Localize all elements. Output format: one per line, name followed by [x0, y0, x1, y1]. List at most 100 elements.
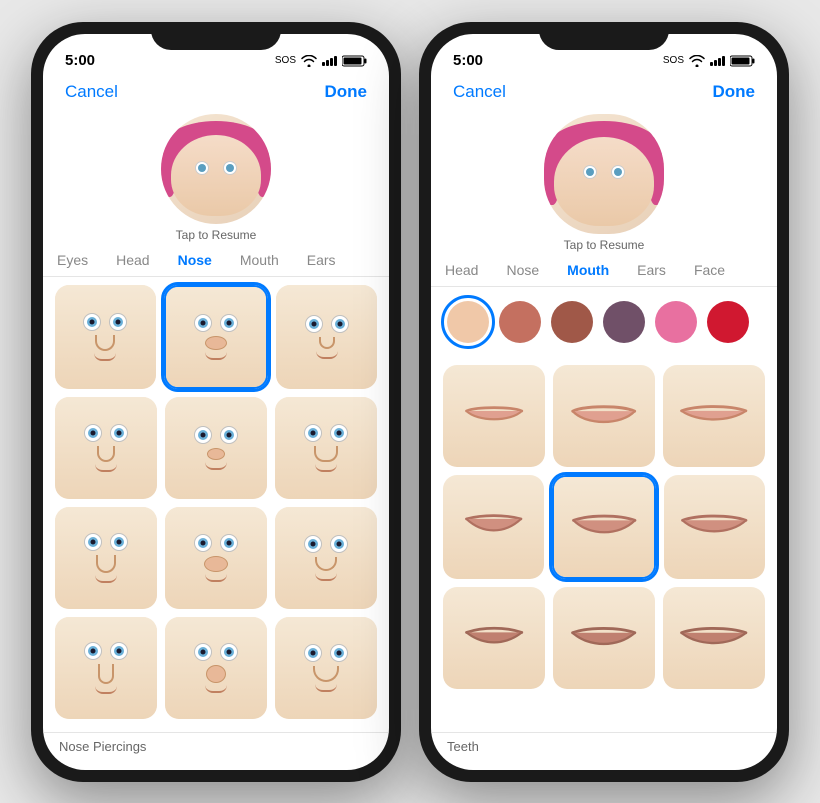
tab-head-1[interactable]: Head	[102, 250, 163, 270]
wifi-icon-2	[689, 55, 705, 67]
mouth-cell-2-0[interactable]	[443, 587, 545, 689]
mouth-svg-1-0	[461, 503, 526, 550]
mouth-cell-2-2[interactable]	[663, 587, 765, 689]
category-tabs-1: Eyes Head Nose Mouth Ears	[43, 242, 389, 277]
face-bg-1	[171, 135, 261, 216]
notch-2	[539, 22, 669, 50]
nav-bar-2: Cancel Done	[431, 78, 777, 110]
color-pink[interactable]	[655, 301, 697, 343]
cancel-button-2[interactable]: Cancel	[453, 82, 506, 102]
mouth-cell-0-0[interactable]	[443, 365, 545, 467]
mouth-cell-1-0[interactable]	[443, 475, 544, 580]
signal-1	[322, 55, 337, 66]
avatar-area-2: Tap to Resume	[431, 110, 777, 252]
status-right-2: SOS	[663, 55, 755, 67]
bottom-label-2[interactable]: Teeth	[431, 732, 777, 770]
notch-1	[151, 22, 281, 50]
tab-eyes-1[interactable]: Eyes	[43, 250, 102, 270]
nose-grid-1	[43, 277, 389, 732]
bottom-label-1[interactable]: Nose Piercings	[43, 732, 389, 770]
face-pupil-left-1	[198, 164, 206, 172]
memoji-2	[554, 121, 654, 226]
nose-cell-1-1[interactable]	[165, 397, 267, 499]
phone-2: 5:00 SOS	[419, 22, 789, 782]
done-button-2[interactable]: Done	[713, 82, 756, 102]
mouth-cell-1-2[interactable]	[664, 475, 765, 580]
color-red[interactable]	[707, 301, 749, 343]
mouth-svg-0-1	[568, 393, 639, 439]
nose-cell-0-0[interactable]	[55, 285, 156, 390]
grid-row-1-1	[55, 285, 377, 390]
sos-2: SOS	[663, 55, 684, 66]
nav-bar-1: Cancel Done	[43, 78, 389, 110]
nose-cell-0-1[interactable]	[164, 285, 269, 390]
face-bg-2	[554, 137, 654, 226]
grid-row-2-3	[443, 587, 765, 689]
status-time-2: 5:00	[453, 52, 483, 69]
nose-cell-2-1[interactable]	[165, 507, 267, 609]
face-pupil-right-2	[614, 168, 622, 176]
tap-resume-1[interactable]: Tap to Resume	[176, 228, 257, 242]
tab-ears-2[interactable]: Ears	[623, 260, 680, 280]
grid-row-1-2	[55, 397, 377, 499]
mouth-svg-1-2	[678, 503, 750, 551]
tab-nose-2[interactable]: Nose	[492, 260, 553, 280]
face-eye-left-2	[583, 165, 597, 179]
mouth-svg-2-1	[568, 614, 639, 663]
face-eyes-1	[195, 161, 237, 175]
tab-face-2[interactable]: Face	[680, 260, 739, 280]
phones-container: 5:00 SOS	[21, 12, 799, 792]
status-right-1: SOS	[275, 55, 367, 67]
tab-ears-1[interactable]: Ears	[293, 250, 350, 270]
avatar-2[interactable]	[544, 114, 664, 234]
cancel-button-1[interactable]: Cancel	[65, 82, 118, 102]
mouth-svg-1-1	[569, 503, 639, 551]
signal-2	[710, 55, 725, 66]
tab-mouth-1[interactable]: Mouth	[226, 250, 293, 270]
mouth-cell-0-1[interactable]	[553, 365, 655, 467]
memoji-1	[171, 121, 261, 216]
face-eye-right-1	[223, 161, 237, 175]
mouth-cell-2-1[interactable]	[553, 587, 655, 689]
screen-1: 5:00 SOS	[43, 34, 389, 770]
tab-mouth-2[interactable]: Mouth	[553, 260, 623, 280]
color-mauve[interactable]	[551, 301, 593, 343]
mouth-svg-0-0	[461, 395, 527, 436]
grid-row-1-3	[55, 507, 377, 609]
avatar-area-1: Tap to Resume	[43, 110, 389, 242]
mouth-svg-2-2	[677, 615, 750, 662]
color-natural[interactable]	[447, 301, 489, 343]
screen-2: 5:00 SOS	[431, 34, 777, 770]
color-row-2	[431, 287, 777, 357]
mouth-cell-1-1[interactable]	[552, 475, 657, 580]
tap-resume-2[interactable]: Tap to Resume	[564, 238, 645, 252]
tab-head-2[interactable]: Head	[431, 260, 492, 280]
grid-row-2-1	[443, 365, 765, 467]
nose-cell-1-0[interactable]	[55, 397, 157, 499]
color-rose[interactable]	[499, 301, 541, 343]
mouth-grid-2	[431, 357, 777, 732]
tab-nose-1[interactable]: Nose	[164, 250, 226, 270]
nose-cell-3-2[interactable]	[275, 617, 377, 719]
mouth-svg-0-2	[677, 394, 750, 437]
nose-cell-2-0[interactable]	[55, 507, 157, 609]
avatar-1[interactable]	[161, 114, 271, 224]
battery-icon-2	[730, 55, 755, 67]
face-pupil-right-1	[226, 164, 234, 172]
color-plum[interactable]	[603, 301, 645, 343]
done-button-1[interactable]: Done	[325, 82, 368, 102]
phone-1: 5:00 SOS	[31, 22, 401, 782]
mouth-cell-0-2[interactable]	[663, 365, 765, 467]
nose-cell-3-1[interactable]	[165, 617, 267, 719]
category-tabs-2: Head Nose Mouth Ears Face	[431, 252, 777, 287]
nose-cell-2-2[interactable]	[275, 507, 377, 609]
grid-row-2-2	[443, 475, 765, 580]
nose-cell-1-2[interactable]	[275, 397, 377, 499]
nose-cell-0-2[interactable]	[276, 285, 377, 390]
face-eye-left-1	[195, 161, 209, 175]
face-pupil-left-2	[586, 168, 594, 176]
nose-cell-3-0[interactable]	[55, 617, 157, 719]
face-eye-right-2	[611, 165, 625, 179]
status-time-1: 5:00	[65, 52, 95, 69]
mouth-svg-2-0	[461, 615, 527, 661]
